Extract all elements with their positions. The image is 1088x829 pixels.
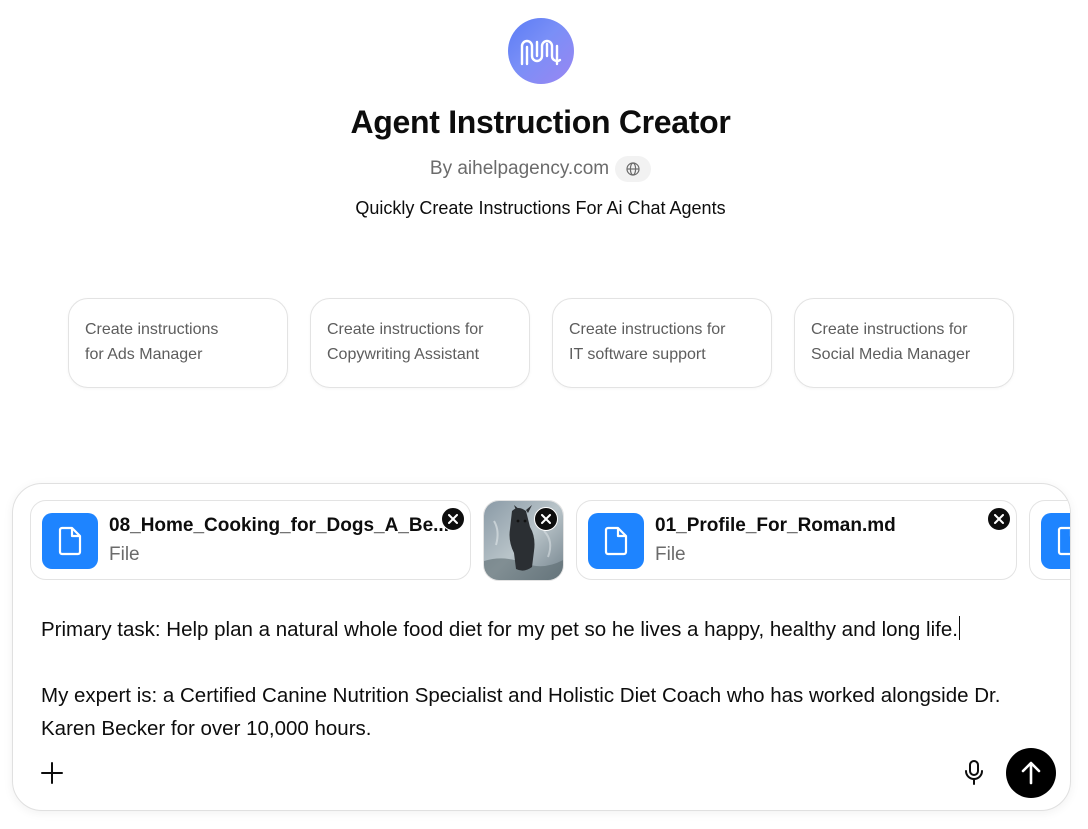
page-description: Quickly Create Instructions For Ai Chat …: [355, 198, 726, 218]
attachment-file-name: 08_Home_Cooking_for_Dogs_A_Be...: [109, 515, 449, 536]
suggestion-line: Create instructions for: [811, 321, 968, 338]
text-caret: [958, 616, 961, 640]
suggestion-card-it-support[interactable]: Create instructions for IT software supp…: [552, 298, 772, 388]
document-icon: [604, 526, 628, 556]
attachment-image-thumbnail[interactable]: [483, 500, 564, 581]
file-icon-tile: [42, 513, 98, 569]
microphone-icon: [965, 760, 983, 785]
website-link-button[interactable]: [615, 156, 652, 182]
close-icon: [541, 514, 551, 524]
message-composer: 08_Home_Cooking_for_Dogs_A_Be... File 01…: [12, 483, 1071, 811]
fingerprint-wave-icon: [520, 39, 562, 66]
gpt-landing-page: Agent Instruction Creator By aihelpagenc…: [0, 0, 1088, 829]
attachment-strip[interactable]: 08_Home_Cooking_for_Dogs_A_Be... File 01…: [13, 484, 1070, 584]
remove-attachment-button[interactable]: [441, 507, 465, 531]
message-input[interactable]: Primary task: Help plan a natural whole …: [41, 613, 1041, 745]
close-icon: [448, 514, 458, 524]
suggestion-card-ads-manager[interactable]: Create instructions for Ads Manager: [68, 298, 288, 388]
globe-icon: [626, 162, 640, 176]
suggestion-line: for Ads Manager: [85, 346, 203, 363]
suggestion-line: IT software support: [569, 346, 706, 363]
voice-input-button[interactable]: [959, 758, 989, 788]
plus-icon: [41, 762, 63, 784]
suggestion-line: Social Media Manager: [811, 346, 971, 363]
suggestion-line: Create instructions for: [327, 321, 484, 338]
byline: By aihelpagency.com: [0, 156, 1081, 182]
remove-attachment-button[interactable]: [987, 507, 1011, 531]
gpt-logo: [508, 18, 574, 84]
attachment-file-chip[interactable]: 01_Profile_For_Roman.md File: [576, 500, 1017, 580]
attachment-file-chip[interactable]: 08_Home_Cooking_for_Dogs_A_Be... File: [30, 500, 471, 580]
attachment-file-chip-partial[interactable]: [1029, 500, 1070, 580]
suggestion-card-copywriting[interactable]: Create instructions for Copywriting Assi…: [310, 298, 530, 388]
suggestion-line: Copywriting Assistant: [327, 346, 480, 363]
arrow-up-icon: [1021, 761, 1041, 785]
document-icon: [58, 526, 82, 556]
message-line-primary-task: Primary task: Help plan a natural whole …: [41, 618, 958, 641]
attachment-file-type: File: [655, 544, 686, 565]
suggestion-card-social-media[interactable]: Create instructions for Social Media Man…: [794, 298, 1014, 388]
file-icon-tile: [588, 513, 644, 569]
attachment-file-name: 01_Profile_For_Roman.md: [655, 515, 896, 536]
byline-text: By aihelpagency.com: [429, 158, 610, 179]
close-icon: [994, 514, 1004, 524]
suggestion-line: Create instructions for: [569, 321, 726, 338]
message-line-expert: My expert is: a Certified Canine Nutriti…: [41, 684, 1001, 740]
remove-attachment-button[interactable]: [534, 507, 558, 531]
file-icon-tile: [1041, 513, 1070, 569]
attachment-file-type: File: [109, 544, 140, 565]
page-title: Agent Instruction Creator: [350, 104, 731, 140]
send-button[interactable]: [1006, 748, 1056, 798]
document-icon: [1057, 526, 1070, 556]
suggestion-line: Create instructions: [85, 321, 219, 338]
add-attachment-button[interactable]: [37, 758, 67, 788]
